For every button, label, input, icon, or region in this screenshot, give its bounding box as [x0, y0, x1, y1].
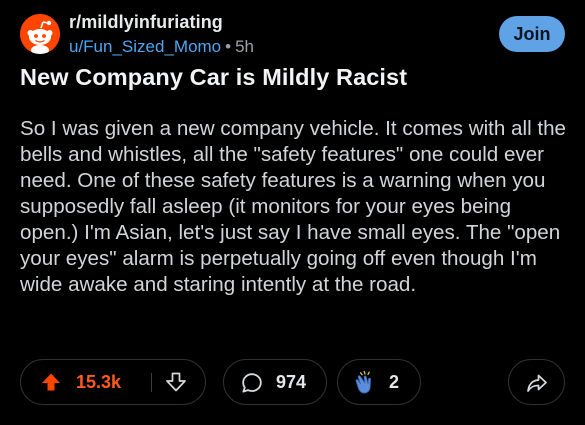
vote-control: 15.3k — [20, 359, 206, 405]
post-meta: u/Fun_Sized_Momo • 5h — [69, 37, 254, 57]
award-count: 2 — [389, 372, 400, 392]
vote-divider — [151, 373, 152, 392]
subreddit-name[interactable]: r/mildlyinfuriating — [69, 12, 223, 33]
post-actions-bar: 15.3k 974 2 — [20, 359, 565, 407]
post-body: So I was given a new company vehicle. It… — [20, 117, 566, 296]
downvote-arrow-icon[interactable] — [166, 372, 186, 392]
meta-separator: • — [225, 37, 232, 56]
award-button[interactable]: 2 — [337, 359, 421, 405]
subreddit-avatar[interactable] — [20, 14, 60, 54]
author-name[interactable]: u/Fun_Sized_Momo — [69, 37, 221, 56]
post-age: 5h — [235, 37, 255, 56]
comment-bubble-icon — [242, 373, 262, 393]
post-title: New Company Car is Mildly Racist — [20, 64, 408, 90]
share-arrow-icon — [527, 374, 547, 392]
reddit-snoo-icon — [20, 14, 60, 54]
clapping-hands-icon — [355, 370, 372, 394]
comments-button[interactable]: 974 — [223, 359, 327, 405]
join-button[interactable]: Join — [499, 16, 565, 52]
upvote-arrow-icon[interactable] — [41, 372, 61, 392]
post-header: r/mildlyinfuriating u/Fun_Sized_Momo • 5h … — [20, 12, 565, 60]
comment-count: 974 — [276, 372, 307, 392]
upvote-count: 15.3k — [76, 372, 122, 392]
share-button[interactable] — [508, 359, 565, 405]
